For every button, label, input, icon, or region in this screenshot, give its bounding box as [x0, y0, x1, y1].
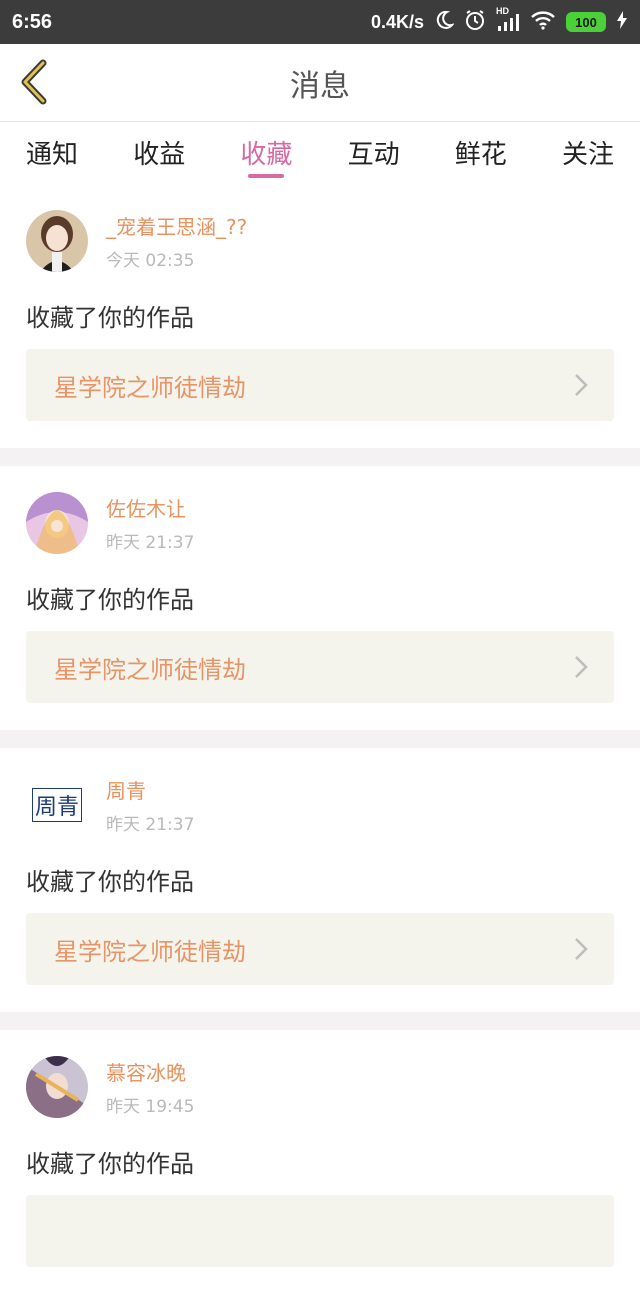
message-time: 今天 02:35 — [106, 251, 195, 271]
user-name[interactable]: 佐佐木让 — [106, 493, 194, 522]
avatar[interactable] — [26, 210, 88, 272]
chevron-right-icon — [575, 938, 588, 960]
chevron-left-icon — [21, 59, 47, 105]
header: 消息 — [0, 44, 640, 122]
message-list: _宠着王思涵_?? 今天 02:35 收藏了你的作品 星学院之师徒情劫 佐佐木让… — [0, 184, 640, 1294]
message-user: 佐佐木让 昨天 21:37 — [26, 492, 614, 554]
chevron-right-icon — [575, 656, 588, 678]
user-name[interactable]: _宠着王思涵_?? — [106, 211, 247, 240]
battery-level: 100 — [575, 14, 597, 30]
message-card: 慕容冰晚 昨天 19:45 收藏了你的作品 — [0, 1030, 640, 1294]
avatar[interactable] — [26, 492, 88, 554]
work-title: 星学院之师徒情劫 — [54, 655, 246, 684]
message-user: _宠着王思涵_?? 今天 02:35 — [26, 210, 614, 272]
battery-icon: 100 — [566, 12, 606, 32]
network-speed: 0.4K/s — [370, 11, 424, 32]
tab-interactions[interactable]: 互动 — [348, 122, 400, 184]
user-name[interactable]: 周青 — [106, 775, 194, 804]
page-title: 消息 — [290, 68, 350, 104]
message-time: 昨天 19:45 — [106, 1097, 195, 1117]
message-action: 收藏了你的作品 — [26, 868, 194, 896]
tab-bar: 通知 收益 收藏 互动 鲜花 关注 — [0, 122, 640, 184]
charging-icon — [616, 10, 628, 35]
divider — [0, 730, 640, 748]
back-button[interactable] — [14, 56, 54, 108]
message-action: 收藏了你的作品 — [26, 586, 194, 614]
wifi-icon — [530, 10, 556, 35]
message-time: 昨天 21:37 — [106, 533, 195, 553]
message-card: 佐佐木让 昨天 21:37 收藏了你的作品 星学院之师徒情劫 — [0, 466, 640, 730]
work-title: 星学院之师徒情劫 — [54, 373, 246, 402]
tab-earnings[interactable]: 收益 — [133, 122, 185, 184]
tab-favorites[interactable]: 收藏 — [240, 122, 292, 184]
avatar-text: 周青 — [31, 788, 82, 822]
status-icons: 0.4K/s HD 100 — [370, 6, 628, 36]
signal-icon: HD — [496, 6, 520, 32]
status-bar: 6:56 0.4K/s HD 100 — [0, 0, 640, 44]
message-user: 周青 周青 昨天 21:37 — [26, 774, 614, 836]
message-user: 慕容冰晚 昨天 19:45 — [26, 1056, 614, 1118]
divider — [0, 448, 640, 466]
work-link[interactable]: 星学院之师徒情劫 — [26, 631, 614, 703]
tab-notifications[interactable]: 通知 — [26, 122, 78, 184]
work-title: 星学院之师徒情劫 — [54, 937, 246, 966]
user-name[interactable]: 慕容冰晚 — [106, 1057, 194, 1086]
divider — [0, 1012, 640, 1030]
work-link[interactable]: 星学院之师徒情劫 — [26, 913, 614, 985]
alarm-icon — [464, 9, 486, 36]
work-link[interactable] — [26, 1195, 614, 1267]
work-link[interactable]: 星学院之师徒情劫 — [26, 349, 614, 421]
chevron-right-icon — [575, 374, 588, 396]
message-action: 收藏了你的作品 — [26, 1150, 194, 1178]
moon-icon — [434, 10, 455, 35]
message-card: _宠着王思涵_?? 今天 02:35 收藏了你的作品 星学院之师徒情劫 — [0, 184, 640, 448]
avatar[interactable] — [26, 1056, 88, 1118]
message-time: 昨天 21:37 — [106, 815, 195, 835]
hd-label: HD — [496, 6, 509, 16]
avatar[interactable]: 周青 — [26, 774, 88, 836]
tab-flowers[interactable]: 鲜花 — [455, 122, 507, 184]
message-card: 周青 周青 昨天 21:37 收藏了你的作品 星学院之师徒情劫 — [0, 748, 640, 1012]
clock: 6:56 — [12, 10, 53, 33]
message-action: 收藏了你的作品 — [26, 304, 194, 332]
tab-following[interactable]: 关注 — [562, 122, 614, 184]
